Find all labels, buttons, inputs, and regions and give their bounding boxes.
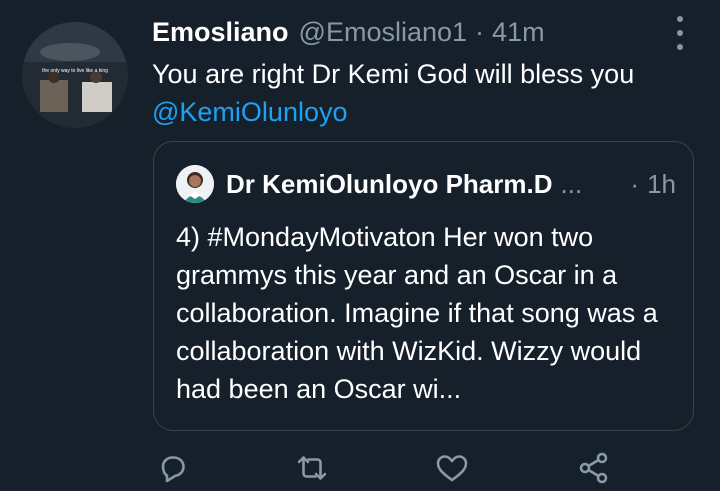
tweet[interactable]: the only way to live like a king Emoslia…: [0, 0, 720, 490]
action-bar: [150, 450, 630, 490]
retweet-icon: [297, 456, 327, 480]
avatar-caption: the only way to live like a king: [42, 68, 108, 74]
reply-button[interactable]: [154, 450, 194, 490]
tweet-header: Emosliano @Emosliano1 · 41m: [152, 14, 545, 50]
user-handle[interactable]: @Emosliano1: [299, 17, 468, 48]
like-button[interactable]: [434, 450, 474, 490]
display-name[interactable]: Emosliano: [152, 17, 289, 48]
more-options-icon[interactable]: [668, 16, 692, 50]
tweet-text: You are right Dr Kemi God will bless you…: [152, 55, 692, 131]
separator-dot: ·: [475, 16, 485, 47]
quoted-tweet-text: 4) #MondayMotivaton Her won two grammys …: [176, 222, 658, 404]
quoted-user-avatar: [176, 165, 214, 203]
tweet-body: You are right Dr Kemi God will bless you: [152, 59, 635, 89]
share-button[interactable]: [576, 450, 616, 490]
name-truncation: ...: [560, 168, 583, 199]
heart-icon: [436, 455, 468, 482]
quoted-timestamp[interactable]: 1h: [647, 169, 676, 200]
reply-icon: [161, 456, 185, 483]
quoted-separator-dot: ·: [630, 168, 640, 199]
tweet-timestamp[interactable]: 41m: [492, 17, 545, 48]
quoted-tweet[interactable]: Dr KemiOlunloyo Pharm.D ... · 1h 4) #Mon…: [153, 141, 694, 431]
mention-link[interactable]: @KemiOlunloyo: [152, 97, 348, 127]
share-icon: [579, 452, 608, 484]
quoted-tweet-header: Dr KemiOlunloyo Pharm.D ... · 1h: [176, 164, 676, 204]
user-avatar[interactable]: the only way to live like a king: [22, 22, 128, 128]
retweet-button[interactable]: [294, 450, 334, 490]
quoted-display-name[interactable]: Dr KemiOlunloyo Pharm.D: [226, 169, 553, 200]
